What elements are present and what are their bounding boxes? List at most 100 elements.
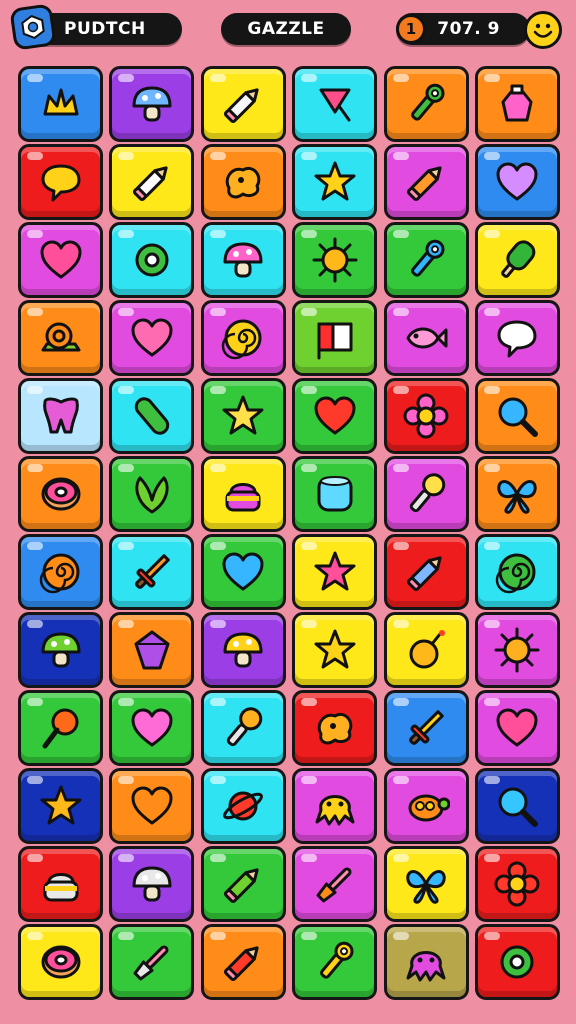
board-tile[interactable] bbox=[474, 690, 560, 766]
speech-bubble-icon bbox=[41, 164, 80, 202]
logo-icon[interactable] bbox=[9, 3, 57, 51]
blob-icon bbox=[226, 167, 261, 199]
cake-icon bbox=[43, 873, 78, 902]
board-tile[interactable] bbox=[474, 144, 560, 220]
board-tile[interactable] bbox=[383, 300, 469, 376]
board-tile[interactable] bbox=[18, 378, 103, 454]
board-tile[interactable] bbox=[383, 378, 469, 454]
sword-icon bbox=[409, 710, 444, 745]
board-tile[interactable] bbox=[18, 300, 103, 376]
board-tile[interactable] bbox=[292, 144, 378, 220]
wrench-icon bbox=[411, 83, 445, 121]
top-bar: PUDTCH GAZZLE 707. 9 1 bbox=[0, 0, 576, 58]
board-tile[interactable] bbox=[109, 378, 195, 454]
board-tile[interactable] bbox=[474, 66, 560, 142]
board-tile[interactable] bbox=[292, 924, 378, 1000]
board-tile[interactable] bbox=[18, 690, 103, 766]
board-tile[interactable] bbox=[18, 222, 103, 298]
board-tile[interactable] bbox=[18, 534, 103, 610]
board-tile[interactable] bbox=[474, 612, 560, 688]
spiral-icon bbox=[39, 553, 79, 594]
board-tile[interactable] bbox=[200, 66, 286, 142]
board-tile[interactable] bbox=[109, 846, 195, 922]
board-tile[interactable] bbox=[109, 456, 195, 532]
board-tile[interactable] bbox=[200, 378, 286, 454]
board-tile[interactable] bbox=[18, 846, 103, 922]
board-tile[interactable] bbox=[200, 690, 286, 766]
board-tile[interactable] bbox=[474, 222, 560, 298]
board-tile[interactable] bbox=[474, 768, 560, 844]
board-tile[interactable] bbox=[109, 300, 195, 376]
board-tile[interactable] bbox=[292, 612, 378, 688]
heart-icon bbox=[314, 396, 356, 435]
board-tile[interactable] bbox=[474, 378, 560, 454]
board-tile[interactable] bbox=[200, 846, 286, 922]
score-value: 707. 9 bbox=[437, 19, 500, 39]
board-tile[interactable] bbox=[109, 924, 195, 1000]
board-tile[interactable] bbox=[383, 534, 469, 610]
ring-icon bbox=[500, 945, 534, 979]
board-tile[interactable] bbox=[383, 846, 469, 922]
board-tile[interactable] bbox=[18, 768, 103, 844]
left-title: PUDTCH bbox=[64, 19, 146, 39]
board-tile[interactable] bbox=[383, 768, 469, 844]
board-tile[interactable] bbox=[18, 66, 103, 142]
board-tile[interactable] bbox=[200, 300, 286, 376]
board-tile[interactable] bbox=[200, 768, 286, 844]
brush-icon bbox=[316, 867, 352, 903]
sun-icon bbox=[494, 627, 540, 673]
board-tile[interactable] bbox=[200, 612, 286, 688]
board-tile[interactable] bbox=[109, 66, 195, 142]
board-tile[interactable] bbox=[200, 534, 286, 610]
board-tile[interactable] bbox=[383, 144, 469, 220]
smiley-icon[interactable] bbox=[524, 11, 562, 49]
lollipop-icon bbox=[42, 708, 78, 749]
board-tile[interactable] bbox=[109, 144, 195, 220]
flag-icon bbox=[317, 322, 353, 360]
heart-icon bbox=[40, 240, 81, 279]
board-tile[interactable] bbox=[109, 690, 195, 766]
pencil-icon bbox=[224, 868, 259, 904]
board-tile[interactable] bbox=[200, 222, 286, 298]
tooth-icon bbox=[42, 397, 79, 434]
board-tile[interactable] bbox=[383, 690, 469, 766]
pencil-icon bbox=[132, 166, 168, 202]
board-tile[interactable] bbox=[200, 144, 286, 220]
board-tile[interactable] bbox=[474, 456, 560, 532]
board-tile[interactable] bbox=[292, 378, 378, 454]
board-tile[interactable] bbox=[383, 456, 469, 532]
board-tile[interactable] bbox=[18, 612, 103, 688]
board-tile[interactable] bbox=[383, 924, 469, 1000]
board-tile[interactable] bbox=[292, 534, 378, 610]
board-tile[interactable] bbox=[109, 222, 195, 298]
board-tile[interactable] bbox=[292, 300, 378, 376]
board-tile[interactable] bbox=[109, 612, 195, 688]
board-tile[interactable] bbox=[18, 456, 103, 532]
board-tile[interactable] bbox=[18, 924, 103, 1000]
board-tile[interactable] bbox=[292, 66, 378, 142]
board-tile[interactable] bbox=[292, 456, 378, 532]
board-tile[interactable] bbox=[474, 300, 560, 376]
game-board bbox=[18, 66, 560, 1001]
board-tile[interactable] bbox=[109, 534, 195, 610]
pencil-icon bbox=[407, 166, 442, 202]
board-tile[interactable] bbox=[292, 690, 378, 766]
board-tile[interactable] bbox=[292, 768, 378, 844]
board-tile[interactable] bbox=[200, 924, 286, 1000]
board-tile[interactable] bbox=[200, 456, 286, 532]
board-tile[interactable] bbox=[292, 222, 378, 298]
board-tile[interactable] bbox=[18, 144, 103, 220]
heart-icon bbox=[131, 708, 173, 747]
board-tile[interactable] bbox=[474, 924, 560, 1000]
board-tile[interactable] bbox=[383, 612, 469, 688]
ring-icon bbox=[135, 243, 169, 277]
speech-bubble-icon bbox=[497, 320, 537, 358]
board-tile[interactable] bbox=[292, 846, 378, 922]
board-tile[interactable] bbox=[109, 768, 195, 844]
board-tile[interactable] bbox=[474, 534, 560, 610]
board-tile[interactable] bbox=[383, 222, 469, 298]
board-tile[interactable] bbox=[383, 66, 469, 142]
snail-icon bbox=[41, 322, 80, 352]
star-icon bbox=[40, 785, 81, 825]
board-tile[interactable] bbox=[474, 846, 560, 922]
